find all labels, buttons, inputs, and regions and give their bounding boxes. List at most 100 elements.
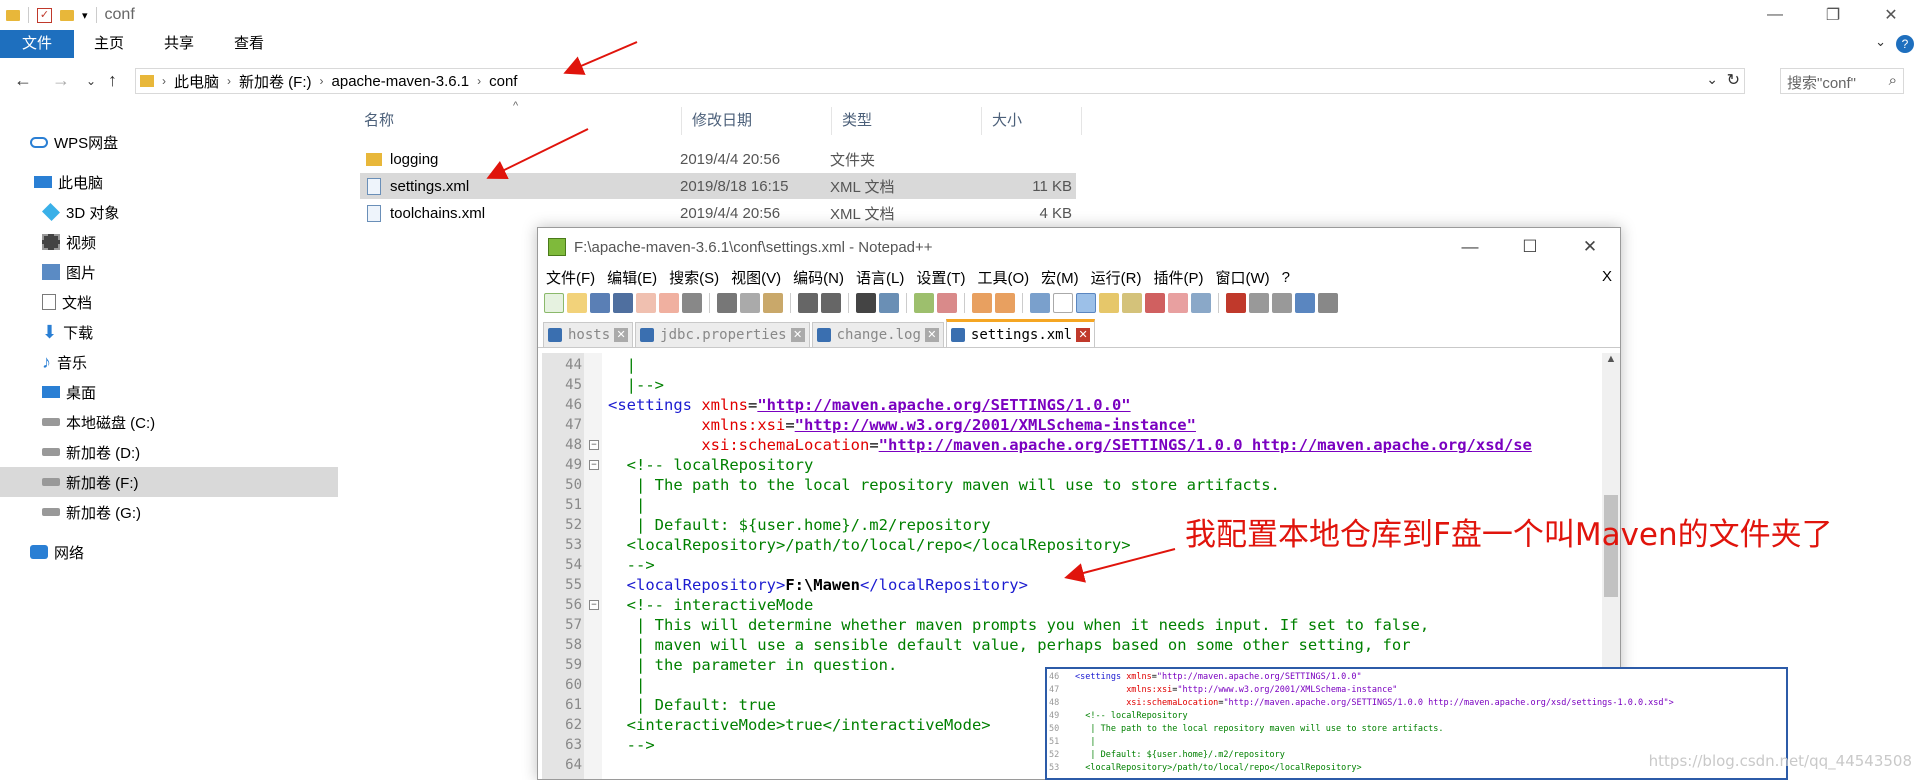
close-button[interactable]: ✕	[1560, 228, 1620, 266]
nav-item-drive-c[interactable]: 本地磁盘 (C:)	[0, 407, 338, 437]
recent-locations-icon[interactable]: ⌄	[86, 74, 96, 88]
stop-macro-icon[interactable]	[1249, 293, 1269, 313]
refresh-icon[interactable]: ↻	[1727, 70, 1740, 90]
word-wrap-icon[interactable]	[1030, 293, 1050, 313]
breadcrumb-drive-f[interactable]: 新加卷 (F:)	[239, 71, 312, 92]
nav-item-3d[interactable]: 3D 对象	[0, 197, 338, 227]
menu-view[interactable]: 视图(V)	[731, 267, 781, 288]
nav-item-music[interactable]: ♪ 音乐	[0, 347, 338, 377]
undo-icon[interactable]	[798, 293, 818, 313]
print-icon[interactable]	[682, 293, 702, 313]
menu-window[interactable]: 窗口(W)	[1215, 267, 1269, 288]
column-size[interactable]: 大小	[982, 107, 1082, 135]
save-macro-icon[interactable]	[1318, 293, 1338, 313]
customize-dropdown-icon[interactable]: ▾	[82, 9, 88, 22]
sync-horizontal-icon[interactable]	[995, 293, 1015, 313]
record-macro-icon[interactable]	[1226, 293, 1246, 313]
address-dropdown-icon[interactable]: ⌄	[1706, 71, 1718, 88]
column-name[interactable]: 名称	[354, 107, 682, 135]
tab-settings-xml[interactable]: settings.xml ✕	[945, 319, 1096, 347]
chevron-right-icon[interactable]: ›	[477, 74, 481, 88]
menu-help[interactable]: ?	[1282, 269, 1290, 286]
nav-item-downloads[interactable]: ⬇ 下载	[0, 317, 338, 347]
search-input[interactable]: 搜索"conf" ⌕	[1780, 68, 1904, 94]
restore-button[interactable]: ❐	[1804, 0, 1862, 30]
copy-icon[interactable]	[740, 293, 760, 313]
document-map-icon[interactable]	[1122, 293, 1142, 313]
save-all-icon[interactable]	[613, 293, 633, 313]
zoom-out-icon[interactable]	[937, 293, 957, 313]
nav-item-drive-g[interactable]: 新加卷 (G:)	[0, 497, 338, 527]
function-list-icon[interactable]	[1145, 293, 1165, 313]
help-icon[interactable]: ?	[1896, 35, 1914, 53]
run-macro-multiple-icon[interactable]	[1295, 293, 1315, 313]
tab-file[interactable]: 文件	[0, 30, 75, 58]
menu-macro[interactable]: 宏(M)	[1041, 267, 1079, 288]
breadcrumb-this-pc[interactable]: 此电脑	[174, 71, 219, 92]
close-tab-icon[interactable]: ✕	[924, 328, 939, 342]
file-row[interactable]: logging 2019/4/4 20:56 文件夹	[360, 146, 1076, 172]
breadcrumb-conf[interactable]: conf	[489, 73, 517, 90]
sync-vertical-icon[interactable]	[972, 293, 992, 313]
close-all-icon[interactable]	[659, 293, 679, 313]
close-tab-icon[interactable]: ✕	[614, 328, 629, 342]
nav-item-drive-f[interactable]: 新加卷 (F:)	[0, 467, 338, 497]
close-file-icon[interactable]	[636, 293, 656, 313]
folder-workspace-icon[interactable]	[1168, 293, 1188, 313]
new-folder-icon[interactable]	[60, 9, 74, 21]
menu-edit[interactable]: 编辑(E)	[607, 267, 657, 288]
minimize-button[interactable]: —	[1440, 228, 1500, 266]
menu-tools[interactable]: 工具(O)	[977, 267, 1029, 288]
fold-toggle-icon[interactable]: −	[589, 440, 599, 450]
close-document-button[interactable]: X	[1602, 268, 1612, 285]
play-macro-icon[interactable]	[1272, 293, 1292, 313]
menu-run[interactable]: 运行(R)	[1091, 267, 1142, 288]
menu-settings[interactable]: 设置(T)	[916, 267, 965, 288]
language-icon[interactable]	[1099, 293, 1119, 313]
nav-item-desktop[interactable]: 桌面	[0, 377, 338, 407]
new-file-icon[interactable]	[544, 293, 564, 313]
menu-encoding[interactable]: 编码(N)	[793, 267, 844, 288]
cut-icon[interactable]	[717, 293, 737, 313]
back-arrow-icon[interactable]: ←	[14, 70, 32, 91]
file-row[interactable]: toolchains.xml 2019/4/4 20:56 XML 文档 4 K…	[360, 200, 1076, 226]
nav-item-this-pc[interactable]: 此电脑	[0, 167, 338, 197]
column-type[interactable]: 类型	[832, 107, 982, 135]
open-file-icon[interactable]	[567, 293, 587, 313]
nav-item-wps[interactable]: WPS网盘	[0, 127, 338, 157]
nav-item-network[interactable]: 网络	[0, 537, 338, 567]
fold-toggle-icon[interactable]: −	[589, 460, 599, 470]
tab-jdbc-properties[interactable]: jdbc.properties ✕	[635, 322, 810, 347]
ribbon-expand-icon[interactable]: ⌄	[1875, 34, 1886, 50]
forward-arrow-icon[interactable]: →	[52, 70, 70, 91]
monitoring-icon[interactable]	[1191, 293, 1211, 313]
paste-icon[interactable]	[763, 293, 783, 313]
close-tab-icon[interactable]: ✕	[790, 328, 805, 342]
menu-plugins[interactable]: 插件(P)	[1153, 267, 1203, 288]
file-row[interactable]: settings.xml 2019/8/18 16:15 XML 文档 11 K…	[360, 173, 1076, 199]
nav-item-video[interactable]: 视频	[0, 227, 338, 257]
address-bar[interactable]: › 此电脑 › 新加卷 (F:) › apache-maven-3.6.1 › …	[135, 68, 1745, 94]
menu-search[interactable]: 搜索(S)	[669, 267, 719, 288]
zoom-in-icon[interactable]	[914, 293, 934, 313]
up-arrow-icon[interactable]: ↑	[108, 70, 117, 91]
scroll-up-icon[interactable]: ▲	[1602, 353, 1620, 365]
find-icon[interactable]	[856, 293, 876, 313]
column-date[interactable]: 修改日期	[682, 107, 832, 135]
nav-item-drive-d[interactable]: 新加卷 (D:)	[0, 437, 338, 467]
indent-guide-icon[interactable]	[1076, 293, 1096, 313]
show-all-chars-icon[interactable]	[1053, 293, 1073, 313]
properties-check-icon[interactable]: ✓	[37, 7, 52, 23]
chevron-right-icon[interactable]: ›	[227, 74, 231, 88]
chevron-right-icon[interactable]: ›	[162, 74, 166, 88]
tab-view[interactable]: 查看	[214, 30, 284, 58]
redo-icon[interactable]	[821, 293, 841, 313]
minimize-button[interactable]: —	[1746, 0, 1804, 30]
tab-share[interactable]: 共享	[144, 30, 214, 58]
tab-hosts[interactable]: hosts ✕	[543, 322, 634, 347]
nav-item-pictures[interactable]: 图片	[0, 257, 338, 287]
maximize-button[interactable]: ☐	[1500, 228, 1560, 266]
close-tab-icon[interactable]: ✕	[1076, 327, 1091, 342]
nav-item-documents[interactable]: 文档	[0, 287, 338, 317]
close-button[interactable]: ✕	[1862, 0, 1920, 30]
